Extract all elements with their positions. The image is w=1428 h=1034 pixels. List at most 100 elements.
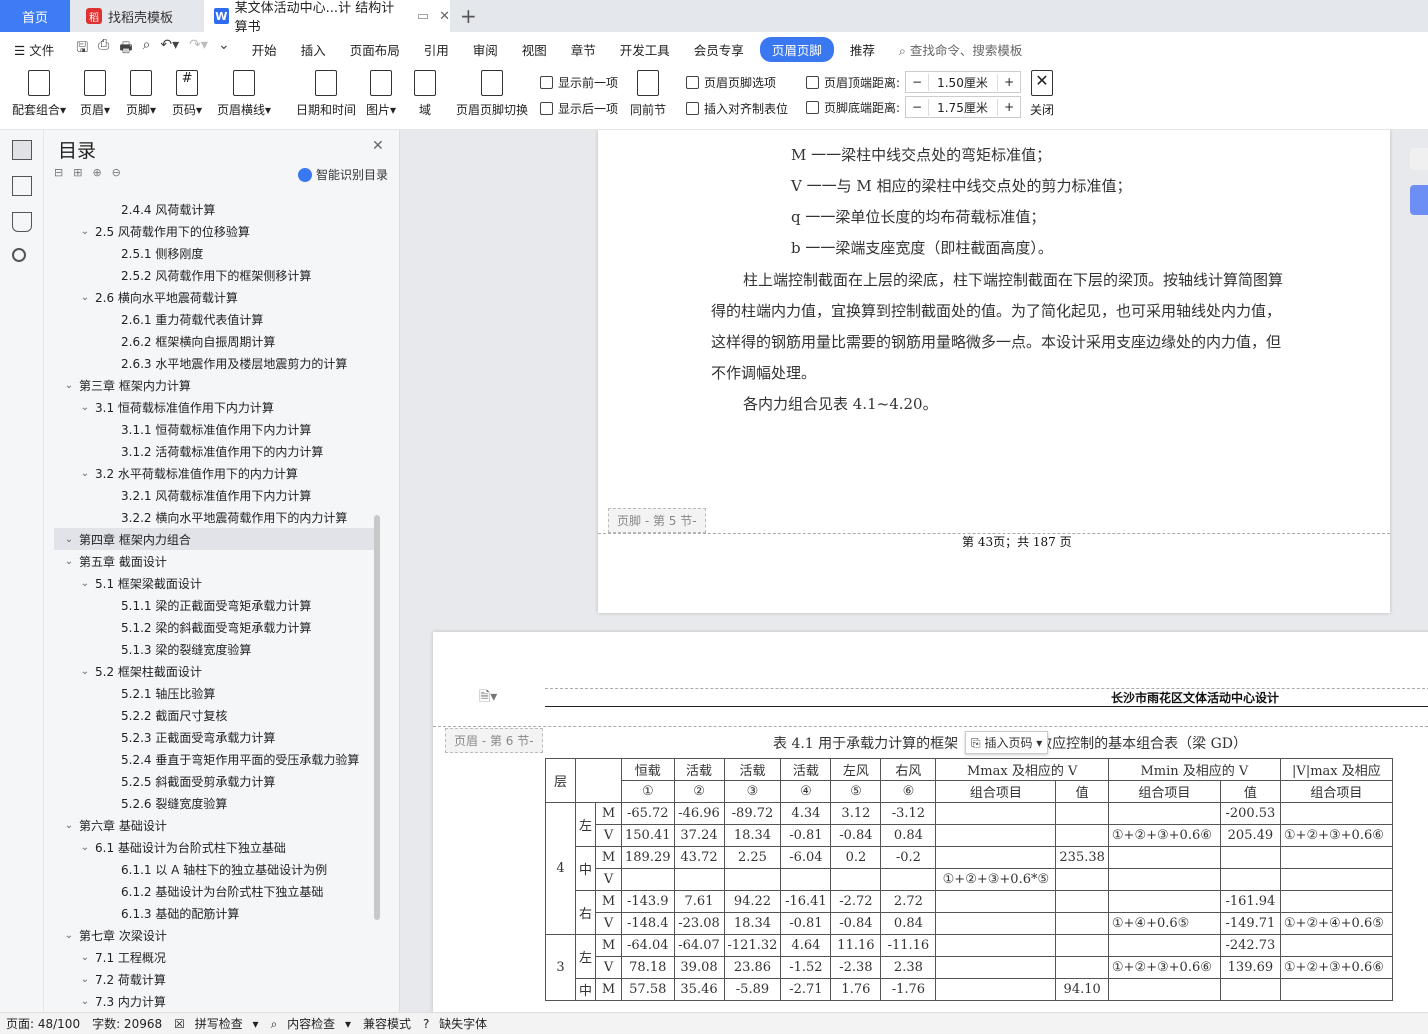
chevron-down-icon[interactable]: ⌄ <box>62 380 76 391</box>
plus-icon[interactable]: + <box>998 75 1020 89</box>
chevron-down-icon[interactable]: ⌄ <box>78 952 92 963</box>
print-preview-icon[interactable]: ⌕ <box>143 37 151 61</box>
chevron-down-icon[interactable]: ⌄ <box>78 402 92 413</box>
toc-item[interactable]: 5.2.6 裂缝宽度验算 <box>54 792 374 814</box>
toc-item[interactable]: 2.6.1 重力荷载代表值计算 <box>54 308 374 330</box>
toc-item[interactable]: 5.2.5 斜截面受剪承载力计算 <box>54 770 374 792</box>
toc-item[interactable]: ⌄ 第三章 框架内力计算 <box>54 374 374 396</box>
menu-devtools[interactable]: 开发工具 <box>608 40 682 59</box>
toc-item[interactable]: 5.2.3 正截面受弯承载力计算 <box>54 726 374 748</box>
content-check[interactable]: ⌕ 内容检查 ▾ <box>271 1015 351 1032</box>
chapter-icon[interactable] <box>12 176 32 196</box>
toc-item[interactable]: ⌄ 第四章 框架内力组合 <box>54 528 374 550</box>
bookmark-icon[interactable] <box>12 212 32 232</box>
toc-item[interactable]: ⌄ 2.5 风荷载作用下的位移验算 <box>54 220 374 242</box>
same-as-prev-button[interactable]: 同前节 <box>630 70 666 118</box>
find-icon[interactable] <box>12 248 26 262</box>
toc-scrollbar[interactable] <box>374 515 380 920</box>
page-number-footer[interactable]: 第 43页；共 187 页 <box>962 533 1072 550</box>
toc-item[interactable]: ⌄ 第七章 次梁设计 <box>54 924 374 946</box>
pagenum-button[interactable]: # 页码▾ <box>172 70 202 118</box>
chevron-down-icon[interactable]: ⌄ <box>78 578 92 589</box>
new-tab-button[interactable]: + <box>460 0 484 32</box>
redo-icon[interactable]: ↷▾ <box>189 37 208 61</box>
footer-button[interactable]: 页脚▾ <box>126 70 156 118</box>
undo-icon[interactable]: ↶▾ <box>160 37 179 61</box>
options-button[interactable]: 页眉页脚选项 <box>686 74 776 91</box>
chevron-down-icon[interactable]: ⌄ <box>78 226 92 237</box>
menu-member[interactable]: 会员专享 <box>682 40 756 59</box>
footer-section-label[interactable]: 页脚 - 第 5 节- <box>608 508 706 533</box>
combo-button[interactable]: 配套组合▾ <box>12 70 66 118</box>
toc-item[interactable]: 3.1.1 恒荷载标准值作用下内力计算 <box>54 418 374 440</box>
tab-home[interactable]: 首页 <box>0 0 70 32</box>
chevron-down-icon[interactable]: ⌄ <box>78 842 92 853</box>
toc-item[interactable]: 3.2.1 风荷载标准值作用下内力计算 <box>54 484 374 506</box>
missing-font[interactable]: ? 缺失字体 <box>423 1015 493 1032</box>
expand-icon[interactable]: ⊞ <box>73 166 82 179</box>
top-distance-stepper[interactable]: −1.50厘米 + <box>905 71 1022 93</box>
chevron-down-icon[interactable]: ⌄ <box>62 930 76 941</box>
toc-icon[interactable] <box>12 140 32 160</box>
menu-layout[interactable]: 页面布局 <box>338 40 412 59</box>
menu-review[interactable]: 审阅 <box>461 40 510 59</box>
menu-start[interactable]: 开始 <box>240 40 289 59</box>
toc-item[interactable]: 3.1.2 活荷载标准值作用下的内力计算 <box>54 440 374 462</box>
monitor-icon[interactable]: ▭ <box>417 9 429 24</box>
field-button[interactable]: 域 <box>414 70 436 118</box>
align-tab-button[interactable]: 插入对齐制表位 <box>686 100 788 117</box>
close-toc-icon[interactable]: ✕ <box>372 138 384 154</box>
header-options-icon[interactable]: 🗎▾ <box>479 686 497 710</box>
header-section-label[interactable]: 页眉 - 第 6 节- <box>445 728 543 753</box>
toc-item[interactable]: ⌄ 3.1 恒荷载标准值作用下内力计算 <box>54 396 374 418</box>
switch-button[interactable]: 页眉页脚切换 <box>456 70 528 118</box>
export-pdf-icon[interactable]: ⎙ <box>98 37 109 61</box>
chevron-down-icon[interactable]: ⌄ <box>78 292 92 303</box>
collapse-icon[interactable]: ⊟ <box>54 166 63 179</box>
chevron-down-icon[interactable]: ⌄ <box>78 468 92 479</box>
bottom-distance-value[interactable]: 1.75厘米 <box>928 98 999 116</box>
bottom-distance-stepper[interactable]: −1.75厘米 + <box>905 96 1022 118</box>
toc-item[interactable]: 5.2.4 垂直于弯矩作用平面的受压承载力验算 <box>54 748 374 770</box>
chevron-down-icon[interactable]: ⌄ <box>78 666 92 677</box>
toc-item[interactable]: 6.1.2 基础设计为台阶式柱下独立基础 <box>54 880 374 902</box>
toc-item[interactable]: 2.6.3 水平地震作用及楼层地震剪力的计算 <box>54 352 374 374</box>
chevron-down-icon[interactable]: ⌄ <box>78 996 92 1007</box>
file-menu[interactable]: ☰ 文件 <box>0 40 66 59</box>
menu-recommend[interactable]: 推荐 <box>838 40 887 59</box>
close-tab-icon[interactable]: ✕ <box>439 9 450 24</box>
toc-item[interactable]: ⌄ 6.1 基础设计为台阶式柱下独立基础 <box>54 836 374 858</box>
command-search[interactable]: ⌕ 查找命令、搜索模板 <box>887 40 1035 59</box>
toc-item[interactable]: ⌄ 5.2 框架柱截面设计 <box>54 660 374 682</box>
toc-item[interactable]: 2.4.4 风荷载计算 <box>54 198 374 220</box>
minus-icon[interactable]: − <box>906 75 928 89</box>
add-icon[interactable]: ⊕ <box>92 166 101 179</box>
menu-reference[interactable]: 引用 <box>412 40 461 59</box>
toc-item[interactable]: ⌄ 5.1 框架梁截面设计 <box>54 572 374 594</box>
toc-item[interactable]: 5.1.2 梁的斜截面受弯矩承载力计算 <box>54 616 374 638</box>
toc-item[interactable]: 2.5.1 侧移刚度 <box>54 242 374 264</box>
top-distance-value[interactable]: 1.50厘米 <box>928 73 999 91</box>
toc-item[interactable]: ⌄ 第五章 截面设计 <box>54 550 374 572</box>
toc-item[interactable]: 3.2.2 横向水平地震荷载作用下的内力计算 <box>54 506 374 528</box>
minus-icon[interactable]: − <box>906 100 928 114</box>
toc-item[interactable]: ⌄ 7.3 内力计算 <box>54 990 374 1012</box>
headerline-button[interactable]: 页眉横线▾ <box>217 70 271 118</box>
print-icon[interactable]: 🖶 <box>119 37 132 61</box>
smart-toc-button[interactable]: 智能识别目录 <box>298 166 388 183</box>
header-text[interactable]: 长沙市雨花区文体活动中心设计 <box>1111 689 1279 706</box>
toc-item[interactable]: 6.1.1 以 A 轴柱下的独立基础设计为例 <box>54 858 374 880</box>
toc-item[interactable]: 2.5.2 风荷载作用下的框架侧移计算 <box>54 264 374 286</box>
side-tool-icon[interactable] <box>1410 148 1428 170</box>
toc-item[interactable]: 5.1.1 梁的正截面受弯矩承载力计算 <box>54 594 374 616</box>
toc-item[interactable]: 2.6.2 框架横向自振周期计算 <box>54 330 374 352</box>
plus-icon[interactable]: + <box>998 100 1020 114</box>
chevron-down-icon[interactable]: ⌄ <box>62 534 76 545</box>
prev-button[interactable]: 显示前一项 <box>540 74 618 91</box>
tab-template[interactable]: 稻找稻壳模板 <box>72 0 202 32</box>
word-count[interactable]: 字数: 20968 <box>92 1015 162 1032</box>
insert-pagenum-button[interactable]: ⎘ 插入页码 ▾ <box>965 731 1049 754</box>
chevron-down-icon[interactable]: ⌄ <box>62 820 76 831</box>
menu-header-footer[interactable]: 页眉页脚 <box>759 36 834 62</box>
remove-icon[interactable]: ⊖ <box>112 166 121 179</box>
